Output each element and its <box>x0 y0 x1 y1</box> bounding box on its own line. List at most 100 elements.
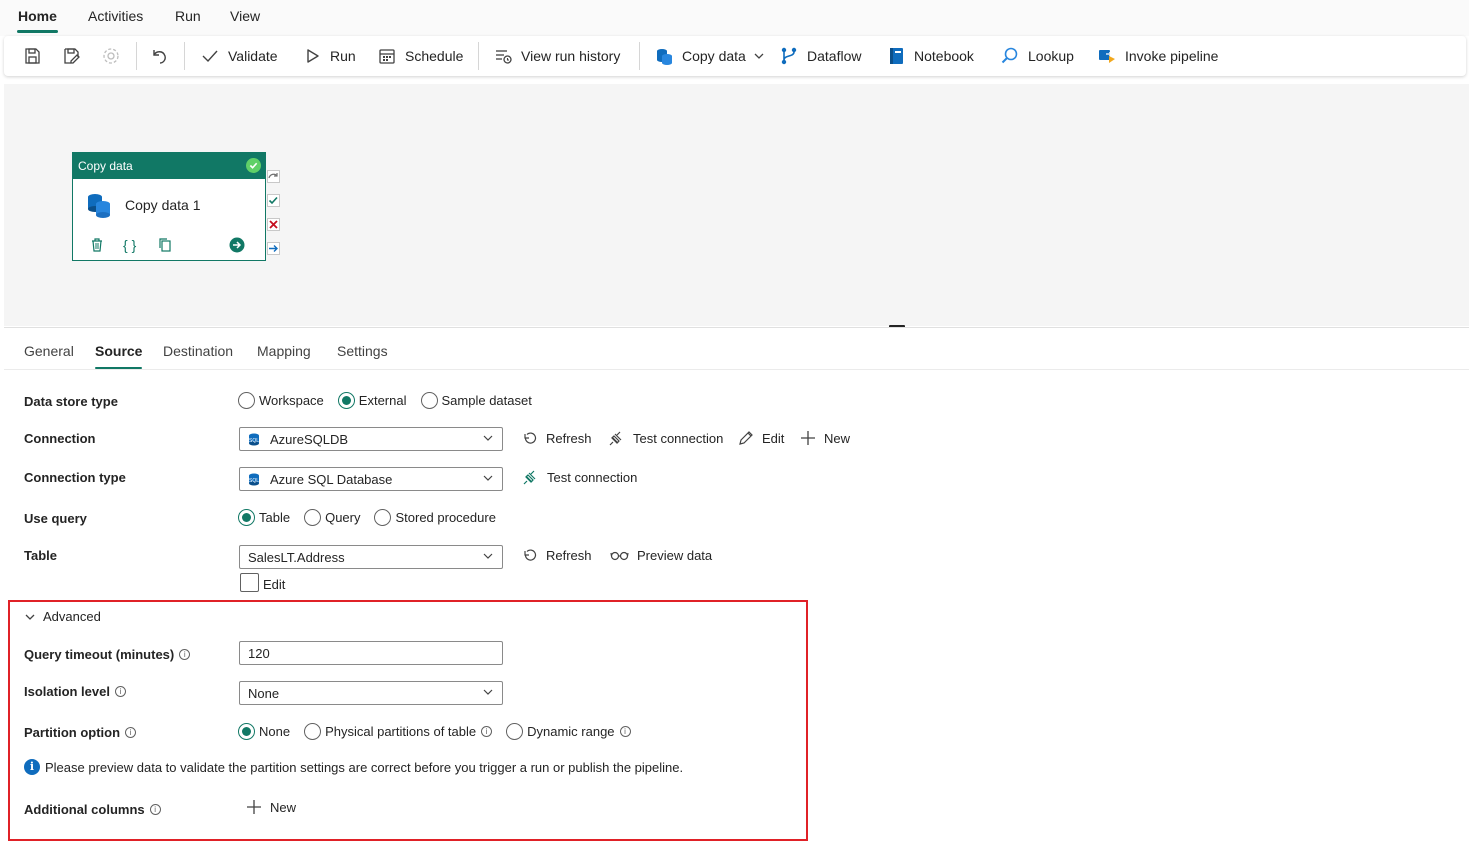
tab-home[interactable]: Home <box>17 8 58 33</box>
refresh-icon <box>524 549 537 561</box>
radio-label: Query <box>325 510 361 525</box>
radio-label: Physical partitions of table <box>325 724 477 739</box>
tab-activities[interactable]: Activities <box>88 8 143 24</box>
edit-label: Edit <box>762 430 785 446</box>
lookup-button[interactable]: Lookup <box>1000 36 1074 76</box>
plus-icon <box>247 800 261 814</box>
chevron-down-icon <box>25 614 35 620</box>
tab-source[interactable]: Source <box>95 343 143 369</box>
radio-external[interactable]: External <box>337 392 407 409</box>
radio-button[interactable] <box>304 509 322 526</box>
info-icon[interactable]: i <box>619 726 631 737</box>
tab-general[interactable]: General <box>24 343 74 359</box>
plus-icon <box>801 431 815 445</box>
radio-dynamic-range[interactable]: Dynamic range i <box>506 723 631 740</box>
on-completion-port-icon[interactable] <box>267 242 280 255</box>
on-failure-port-icon[interactable] <box>267 218 280 231</box>
invoke-pipeline-icon <box>1099 50 1115 63</box>
advanced-label: Advanced <box>43 609 101 624</box>
copy-data-button[interactable]: Copy data <box>654 36 764 76</box>
undo-button[interactable] <box>149 36 169 76</box>
radio-query[interactable]: Query <box>304 509 360 526</box>
run-button[interactable]: Run <box>302 36 356 76</box>
info-icon[interactable]: i <box>149 804 161 815</box>
table-dropdown[interactable]: SalesLT.Address <box>239 545 503 569</box>
radio-physical-partitions[interactable]: Physical partitions of table i <box>304 723 493 740</box>
info-message-text: Please preview data to validate the part… <box>45 759 684 775</box>
tab-settings[interactable]: Settings <box>337 343 388 359</box>
radio-button[interactable] <box>506 723 524 740</box>
tab-destination[interactable]: Destination <box>163 343 233 359</box>
activity-type-label: Copy data <box>78 159 133 173</box>
radio-table[interactable]: Table <box>238 509 290 526</box>
tab-run[interactable]: Run <box>175 8 201 24</box>
connection-type-dropdown[interactable]: SQL Azure SQL Database <box>239 467 503 491</box>
view-run-history-button[interactable]: View run history <box>493 36 620 76</box>
radio-button[interactable] <box>238 723 255 740</box>
activity-footer: { } <box>89 237 253 257</box>
radio-stored-procedure[interactable]: Stored procedure <box>374 509 496 526</box>
glasses-icon <box>610 551 629 561</box>
notebook-icon <box>890 48 903 64</box>
info-icon[interactable]: i <box>114 686 126 697</box>
on-skip-port-icon[interactable] <box>267 170 280 183</box>
toolbar-divider <box>478 42 479 70</box>
isolation-level-text: Isolation level <box>24 684 110 699</box>
notebook-button[interactable]: Notebook <box>886 36 974 76</box>
table-edit-label: Edit <box>263 577 286 592</box>
radio-button[interactable] <box>304 723 322 740</box>
chevron-down-icon <box>483 475 493 481</box>
tab-mapping[interactable]: Mapping <box>257 343 311 359</box>
info-icon[interactable]: i <box>125 727 137 738</box>
copy-data-icon <box>88 194 110 218</box>
radio-button[interactable] <box>238 392 255 409</box>
svg-text:SQL: SQL <box>249 478 259 484</box>
connection-edit-button[interactable]: Edit <box>738 430 784 446</box>
dataflow-button[interactable]: Dataflow <box>779 36 861 76</box>
radio-button[interactable] <box>337 392 355 409</box>
delete-icon[interactable] <box>89 237 105 256</box>
schedule-button[interactable]: Schedule <box>377 36 463 76</box>
data-store-type-radio-group: Workspace External Sample dataset <box>238 392 546 409</box>
isolation-level-label: Isolation level i <box>24 684 126 699</box>
radio-sample-dataset[interactable]: Sample dataset <box>420 392 532 409</box>
info-icon[interactable]: i <box>179 649 191 660</box>
code-icon[interactable]: { } <box>123 237 136 253</box>
undo-icon <box>153 50 166 64</box>
copy-icon[interactable] <box>157 237 173 256</box>
test-connection-label: Test connection <box>633 431 724 446</box>
settings-button[interactable] <box>101 36 121 76</box>
chevron-down-icon <box>754 53 764 59</box>
connection-dropdown[interactable]: SQL AzureSQLDB <box>239 427 503 451</box>
connection-type-test-button[interactable]: Test connection <box>522 469 637 486</box>
new-label: New <box>824 430 851 446</box>
connection-test-button[interactable]: Test connection <box>608 430 723 447</box>
preview-data-label: Preview data <box>637 547 713 563</box>
radio-workspace[interactable]: Workspace <box>238 392 324 409</box>
table-label: Table <box>24 548 57 563</box>
lookup-label: Lookup <box>1028 48 1074 64</box>
tab-view[interactable]: View <box>230 8 260 24</box>
additional-columns-new-button[interactable]: New <box>246 799 296 815</box>
advanced-toggle[interactable]: Advanced <box>24 609 101 624</box>
radio-button[interactable] <box>238 509 255 526</box>
radio-button[interactable] <box>420 392 438 409</box>
query-timeout-input[interactable] <box>239 641 503 665</box>
copy-data-activity[interactable]: Copy data Copy data 1 { } <box>72 152 266 261</box>
table-refresh-button[interactable]: Refresh <box>522 547 592 563</box>
info-icon[interactable]: i <box>481 726 493 737</box>
connection-new-button[interactable]: New <box>800 430 850 446</box>
save-as-button[interactable] <box>61 36 81 76</box>
connection-refresh-button[interactable]: Refresh <box>522 430 592 446</box>
radio-button[interactable] <box>374 509 392 526</box>
save-button[interactable] <box>22 36 42 76</box>
on-success-port-icon[interactable] <box>267 194 280 207</box>
preview-data-button[interactable]: Preview data <box>610 547 712 563</box>
svg-text:SQL: SQL <box>249 438 259 444</box>
isolation-level-dropdown[interactable]: None <box>239 681 503 705</box>
open-arrow-icon[interactable] <box>229 237 245 256</box>
radio-partition-none[interactable]: None <box>238 723 290 740</box>
invoke-pipeline-button[interactable]: Invoke pipeline <box>1097 36 1218 76</box>
validate-button[interactable]: Validate <box>200 36 278 76</box>
table-edit-checkbox[interactable] <box>240 573 259 592</box>
